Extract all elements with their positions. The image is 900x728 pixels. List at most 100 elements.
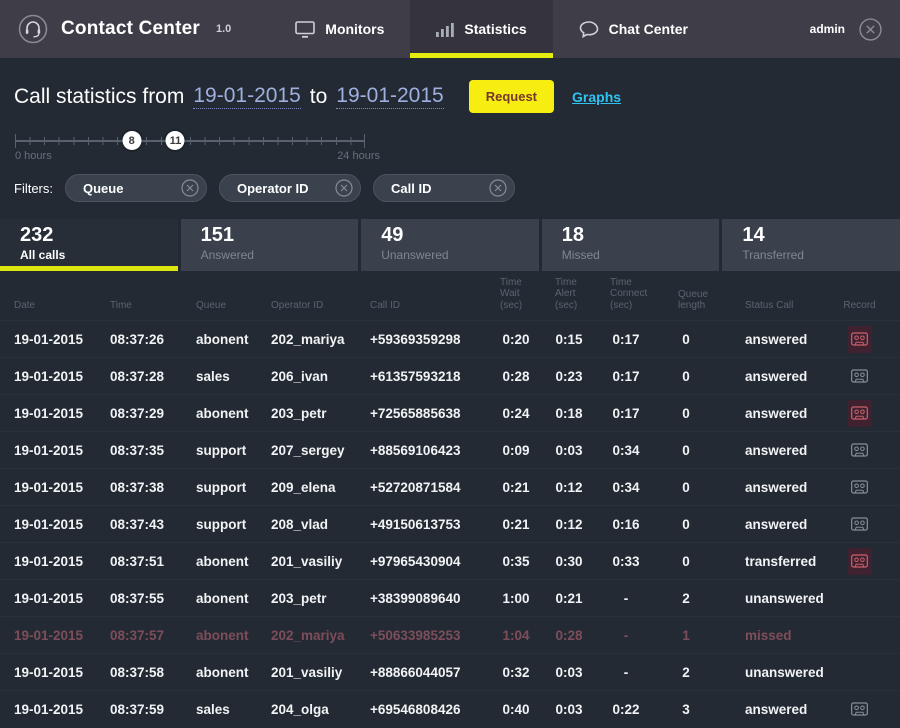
card-missed[interactable]: 18 Missed xyxy=(542,219,720,271)
app-title: Contact Center xyxy=(61,18,200,40)
filter-chip-label: Operator ID xyxy=(237,181,309,196)
graphs-link[interactable]: Graphs xyxy=(572,89,621,105)
cell-operator-id: 203_petr xyxy=(257,580,356,617)
cell-queue-length: 0 xyxy=(656,506,716,543)
cell-call-id: +88569106423 xyxy=(356,432,490,469)
table-row: 19-01-2015 08:37:57 abonent 202_mariya +… xyxy=(0,617,900,654)
cell-time-connect: - xyxy=(596,580,656,617)
record-cassette-icon[interactable] xyxy=(848,548,872,575)
card-answered[interactable]: 151 Answered xyxy=(181,219,359,271)
cell-call-id: +88866044057 xyxy=(356,654,490,691)
cell-time: 08:37:59 xyxy=(96,691,181,728)
cell-time-wait: 0:09 xyxy=(490,432,542,469)
column-header-call-id: Call ID xyxy=(356,277,490,321)
cell-time-connect: - xyxy=(596,617,656,654)
cell-time-alert: 0:15 xyxy=(542,321,596,358)
column-header-queue-length: Queue length xyxy=(656,277,716,321)
cell-time: 08:37:51 xyxy=(96,543,181,580)
cell-time-alert: 0:12 xyxy=(542,469,596,506)
filter-chip-label: Queue xyxy=(83,181,123,196)
table-row: 19-01-2015 08:37:51 abonent 201_vasiliy … xyxy=(0,543,900,580)
app-version: 1.0 xyxy=(216,23,231,35)
nav-item-statistics[interactable]: Statistics xyxy=(410,0,552,58)
table-row: 19-01-2015 08:37:55 abonent 203_petr +38… xyxy=(0,580,900,617)
record-cassette-icon[interactable] xyxy=(848,326,872,353)
card-transferred[interactable]: 14 Transferred xyxy=(722,219,900,271)
filter-chip-queue[interactable]: Queue xyxy=(65,174,207,202)
cell-time-connect: 0:22 xyxy=(596,691,656,728)
cell-time-wait: 0:35 xyxy=(490,543,542,580)
card-all-calls[interactable]: 232 All calls xyxy=(0,219,178,271)
card-unanswered[interactable]: 49 Unanswered xyxy=(361,219,539,271)
table-row: 19-01-2015 08:37:58 abonent 201_vasiliy … xyxy=(0,654,900,691)
cell-date: 19-01-2015 xyxy=(0,580,96,617)
table-body: 19-01-2015 08:37:26 abonent 202_mariya +… xyxy=(0,321,900,728)
cell-record xyxy=(819,691,900,728)
cell-time: 08:37:58 xyxy=(96,654,181,691)
headset-logo-icon xyxy=(16,12,50,46)
record-cassette-icon[interactable] xyxy=(848,511,872,538)
column-header-date: Date xyxy=(0,277,96,321)
cell-operator-id: 209_elena xyxy=(257,469,356,506)
record-cassette-icon[interactable] xyxy=(848,696,872,723)
cell-queue: support xyxy=(181,506,257,543)
slider-handle-low[interactable]: 8 xyxy=(122,131,141,150)
filters-row: Filters: Queue Operator ID Call ID xyxy=(14,174,900,202)
card-value: 151 xyxy=(201,224,359,247)
nav-item-monitors[interactable]: Monitors xyxy=(269,0,410,58)
cell-queue: abonent xyxy=(181,654,257,691)
cell-queue: abonent xyxy=(181,543,257,580)
cell-date: 19-01-2015 xyxy=(0,543,96,580)
remove-filter-icon[interactable] xyxy=(489,179,507,197)
cell-queue: abonent xyxy=(181,321,257,358)
cell-record xyxy=(819,358,900,395)
slider-end-tick xyxy=(15,134,16,148)
bar-chart-icon xyxy=(436,22,454,37)
record-cassette-icon[interactable] xyxy=(848,363,872,390)
record-cassette-icon[interactable] xyxy=(848,474,872,501)
cell-call-id: +61357593218 xyxy=(356,358,490,395)
column-header-status-call: Status Call xyxy=(716,277,819,321)
remove-filter-icon[interactable] xyxy=(181,179,199,197)
slider-handle-high[interactable]: 11 xyxy=(166,131,185,150)
top-nav: Contact Center 1.0 Monitors Statistics xyxy=(0,0,900,58)
cell-queue: sales xyxy=(181,358,257,395)
cell-time-alert: 0:28 xyxy=(542,617,596,654)
record-cassette-icon[interactable] xyxy=(848,400,872,427)
cell-time-alert: 0:03 xyxy=(542,654,596,691)
cell-time-alert: 0:18 xyxy=(542,395,596,432)
filter-chip-operator-id[interactable]: Operator ID xyxy=(219,174,361,202)
cell-date: 19-01-2015 xyxy=(0,395,96,432)
cell-record xyxy=(819,654,900,691)
logout-icon[interactable] xyxy=(859,18,882,41)
to-date-picker[interactable]: 19-01-2015 xyxy=(336,84,443,109)
request-button[interactable]: Request xyxy=(469,80,554,113)
nav-item-label: Statistics xyxy=(464,21,526,37)
record-cassette-icon[interactable] xyxy=(848,437,872,464)
column-header-time-alert: Time Alert(sec) xyxy=(542,277,596,321)
cell-time-wait: 0:21 xyxy=(490,506,542,543)
table-row: 19-01-2015 08:37:29 abonent 203_petr +72… xyxy=(0,395,900,432)
from-date-picker[interactable]: 19-01-2015 xyxy=(193,84,300,109)
cell-date: 19-01-2015 xyxy=(0,654,96,691)
cell-date: 19-01-2015 xyxy=(0,432,96,469)
table-row: 19-01-2015 08:37:59 sales 204_olga +6954… xyxy=(0,691,900,728)
remove-filter-icon[interactable] xyxy=(335,179,353,197)
slider-min-label: 0 hours xyxy=(15,150,52,162)
column-header-queue: Queue xyxy=(181,277,257,321)
table-header-row: Date Time Queue Operator ID Call ID Time… xyxy=(0,277,900,321)
cell-call-id: +72565885638 xyxy=(356,395,490,432)
cell-record xyxy=(819,321,900,358)
time-range-slider[interactable]: 8 11 0 hours 24 hours xyxy=(15,127,365,161)
table-row: 19-01-2015 08:37:28 sales 206_ivan +6135… xyxy=(0,358,900,395)
card-value: 18 xyxy=(562,224,720,247)
cell-queue-length: 0 xyxy=(656,395,716,432)
nav-item-chat-center[interactable]: Chat Center xyxy=(553,0,714,58)
cell-time: 08:37:35 xyxy=(96,432,181,469)
filter-chip-label: Call ID xyxy=(391,181,431,196)
card-value: 232 xyxy=(20,224,178,247)
cell-status-call: unanswered xyxy=(716,654,819,691)
cell-time-alert: 0:12 xyxy=(542,506,596,543)
filter-chip-call-id[interactable]: Call ID xyxy=(373,174,515,202)
table-row: 19-01-2015 08:37:38 support 209_elena +5… xyxy=(0,469,900,506)
